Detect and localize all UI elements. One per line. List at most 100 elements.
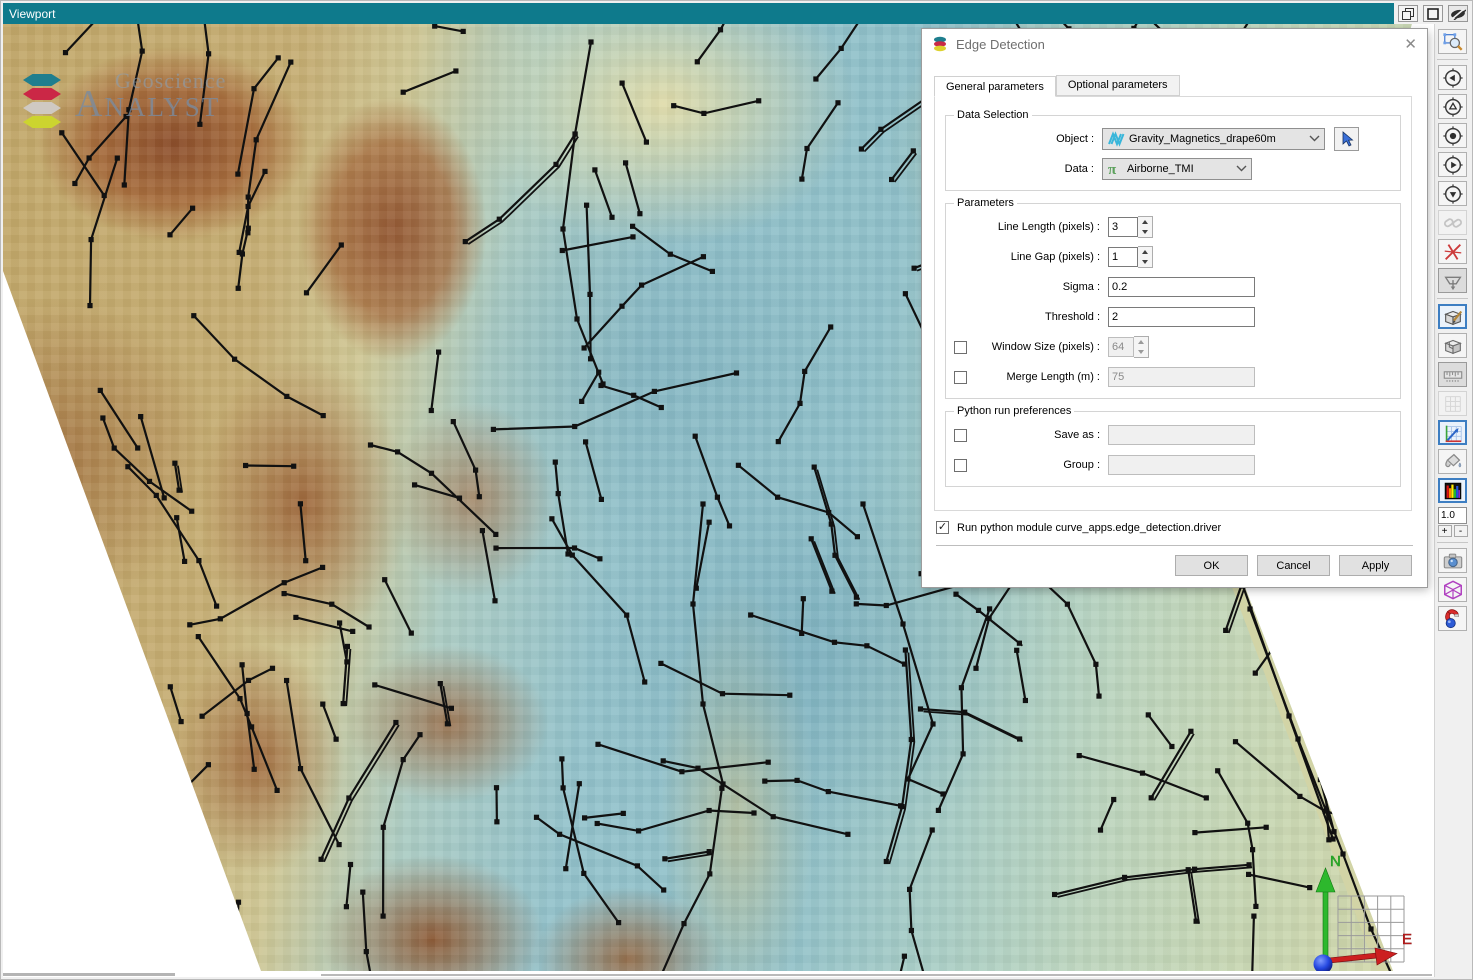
grid-button[interactable] [1438,391,1467,416]
paint-bucket-button[interactable] [1438,449,1467,474]
view-plan-icon [1442,125,1464,147]
clip-plane-icon [1442,270,1464,292]
view-north-icon [1442,96,1464,118]
python-run-preferences-legend: Python run preferences [954,405,1074,417]
link-views-button[interactable] [1438,210,1467,235]
threshold-input[interactable] [1108,307,1255,327]
window-size-label: Window Size (pixels) : [976,341,1100,353]
scale-input[interactable] [1438,507,1467,524]
object-dropdown[interactable]: Gravity_Magnetics_drape60m [1102,128,1325,150]
cut-cube-button[interactable] [1438,333,1467,358]
view-south-button[interactable] [1438,181,1467,206]
hide-viewport-button[interactable] [1448,5,1468,22]
parameters-group: Parameters Line Length (pixels) : Line G… [945,197,1401,399]
data-value: Airborne_TMI [1123,163,1232,175]
svg-text:π: π [1108,162,1117,177]
line-gap-input[interactable] [1108,247,1138,267]
magnet-button[interactable] [1438,606,1467,631]
data-label: Data : [954,163,1094,175]
merge-length-input[interactable] [1108,367,1255,387]
ruler-button[interactable] [1438,362,1467,387]
splitter-handle-right [321,974,1432,976]
camera-icon [1442,550,1464,572]
data-dropdown[interactable]: π Airborne_TMI [1102,158,1252,180]
save-as-label: Save as : [976,429,1100,441]
edge-detection-app-icon [932,36,948,52]
zoom-selection-button[interactable] [1438,29,1467,54]
tab-content-panel: Data Selection Object : Gravity_Magnetic… [934,96,1412,511]
group-checkbox[interactable] [954,459,967,472]
line-length-spinner[interactable] [1138,216,1153,238]
edit-cube-button[interactable] [1438,304,1467,329]
view-east-button[interactable] [1438,152,1467,177]
window-size-input[interactable] [1108,337,1134,357]
threshold-label: Threshold : [976,311,1100,323]
maximize-window-button[interactable] [1423,5,1443,22]
line-gap-spinner[interactable] [1138,246,1153,268]
dialog-tabs: General parameters Optional parameters [934,75,1427,96]
eye-slash-icon [1450,8,1466,20]
magnet-icon [1442,608,1464,630]
toolbar-top-group [1437,27,1468,505]
save-as-checkbox[interactable] [954,429,967,442]
pick-object-button[interactable] [1334,127,1359,151]
merge-length-checkbox[interactable] [954,371,967,384]
save-as-input[interactable] [1108,425,1255,445]
close-icon[interactable]: ✕ [1404,37,1417,52]
toolbar-separator [1437,298,1468,299]
tab-optional-parameters[interactable]: Optional parameters [1056,75,1180,96]
zoom-selection-icon [1442,31,1464,53]
window-title: Viewport [9,7,55,21]
viewport-toolbar: + - [1434,24,1470,977]
paint-bucket-icon [1442,451,1464,473]
line-gap-label: Line Gap (pixels) : [976,251,1100,263]
svg-text:E: E [1402,931,1412,948]
restore-icon [1402,8,1414,20]
sigma-label: Sigma : [976,281,1100,293]
edge-detection-dialog: Edge Detection ✕ General parameters Opti… [922,29,1427,587]
sigma-input[interactable] [1108,277,1255,297]
view-east-icon [1442,154,1464,176]
ruler-icon [1442,364,1464,386]
tab-general-parameters[interactable]: General parameters [934,76,1056,97]
colorbar-button[interactable] [1438,478,1467,503]
scale-minus-button[interactable]: - [1454,525,1468,537]
pi-data-icon: π [1107,161,1123,177]
apply-button[interactable]: Apply [1339,555,1412,576]
dialog-titlebar[interactable]: Edge Detection ✕ [922,29,1427,59]
cancel-button[interactable]: Cancel [1257,555,1330,576]
axes-plot-button[interactable] [1438,420,1467,445]
run-python-module-checkbox[interactable]: ✓ [936,521,949,534]
merge-length-label: Merge Length (m) : [976,371,1100,383]
view-north-button[interactable] [1438,94,1467,119]
clip-plane-button[interactable] [1438,268,1467,293]
data-selection-legend: Data Selection [954,109,1032,121]
object-value: Gravity_Magnetics_drape60m [1125,133,1305,145]
group-input[interactable] [1108,455,1255,475]
view-west-button[interactable] [1438,65,1467,90]
object-label: Object : [954,133,1094,145]
data-selection-group: Data Selection Object : Gravity_Magnetic… [945,109,1401,191]
wireframe-cube-icon [1442,579,1464,601]
line-length-label: Line Length (pixels) : [976,221,1100,233]
window-size-checkbox[interactable] [954,341,967,354]
maximize-icon [1427,8,1439,20]
splitter-handle-left [3,973,175,976]
scale-plus-button[interactable]: + [1438,525,1452,537]
restore-window-button[interactable] [1398,5,1418,22]
view-plan-button[interactable] [1438,123,1467,148]
run-python-module-label: Run python module curve_apps.edge_detect… [957,522,1221,534]
chevron-down-icon [1309,133,1320,145]
line-length-input[interactable] [1108,217,1138,237]
toolbar-separator [1437,59,1468,60]
ok-button[interactable]: OK [1175,555,1248,576]
axes-plot-icon [1442,422,1464,444]
dialog-title: Edge Detection [956,37,1404,52]
cut-cube-icon [1442,335,1464,357]
view-south-icon [1442,183,1464,205]
link-views-icon [1442,212,1464,234]
wireframe-cube-button[interactable] [1438,577,1467,602]
camera-button[interactable] [1438,548,1467,573]
slice-plane-button[interactable] [1438,239,1467,264]
window-size-spinner[interactable] [1134,336,1149,358]
